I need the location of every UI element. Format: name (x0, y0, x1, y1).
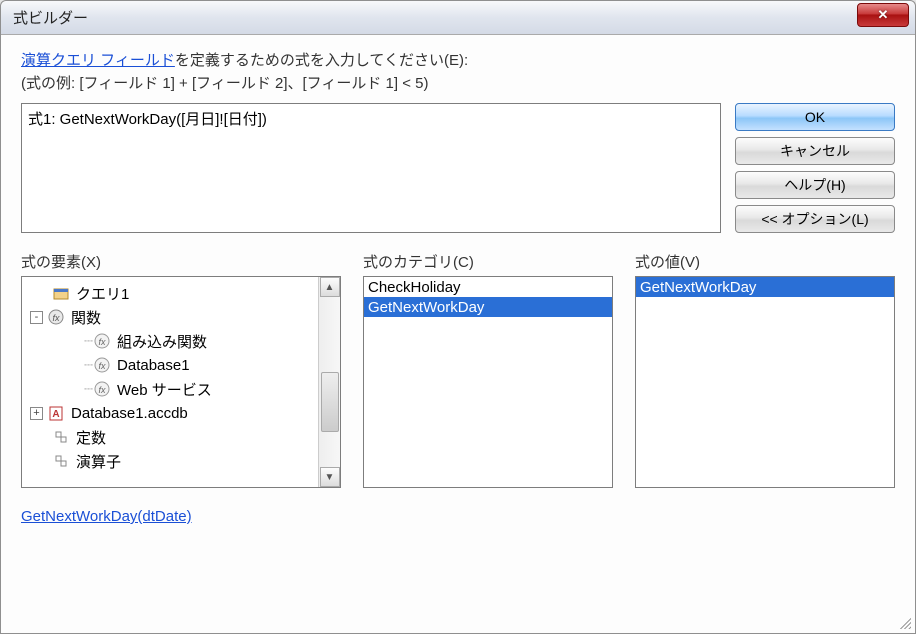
tree-item-builtin[interactable]: ┄ fx 組み込み関数 (24, 329, 316, 353)
expression-input[interactable] (21, 103, 721, 233)
tree-label: Database1.accdb (71, 405, 188, 422)
scroll-up-icon[interactable]: ▲ (320, 277, 340, 297)
example-line: (式の例: [フィールド 1] + [フィールド 2]、[フィールド 1] < … (21, 72, 895, 93)
function-signature-link[interactable]: GetNextWorkDay(dtDate) (21, 508, 895, 525)
constants-icon (52, 429, 72, 445)
dialog-window: 式ビルダー ✕ 演算クエリ フィールドを定義するための式を入力してください(E)… (0, 0, 916, 634)
list-item[interactable]: GetNextWorkDay (636, 277, 894, 297)
titlebar[interactable]: 式ビルダー ✕ (1, 1, 915, 35)
instruction-line: 演算クエリ フィールドを定義するための式を入力してください(E): (21, 49, 895, 70)
value-list[interactable]: GetNextWorkDay (635, 276, 895, 488)
tree-connector: ┄ (84, 380, 91, 398)
tree-item-constants[interactable]: 定数 (24, 425, 316, 449)
top-row: OK キャンセル ヘルプ(H) << オプション(L) (21, 103, 895, 233)
button-column: OK キャンセル ヘルプ(H) << オプション(L) (735, 103, 895, 233)
svg-text:fx: fx (99, 337, 107, 347)
tree-item-operators[interactable]: 演算子 (24, 449, 316, 473)
tree-item-functions[interactable]: - fx 関数 (24, 305, 316, 329)
tree-item-webservice[interactable]: ┄ fx Web サービス (24, 377, 316, 401)
elements-tree[interactable]: クエリ1 - fx 関数 ┄ fx (21, 276, 341, 488)
instruction-tail: を定義するための式を入力してください(E): (175, 52, 468, 69)
tree-scrollbar[interactable]: ▲ ▼ (318, 277, 340, 487)
tree-connector: ┄ (84, 356, 91, 374)
window-title: 式ビルダー (13, 7, 911, 28)
svg-text:A: A (52, 409, 59, 420)
scroll-thumb[interactable] (321, 372, 339, 432)
resize-grip-icon[interactable] (897, 615, 911, 629)
tree-label: 演算子 (76, 451, 121, 472)
tree-label: Database1 (117, 357, 190, 374)
tree-connector: ┄ (84, 332, 91, 350)
fx-icon: fx (93, 381, 113, 397)
elements-label: 式の要素(X) (21, 251, 341, 272)
svg-text:fx: fx (52, 313, 60, 323)
list-item[interactable]: CheckHoliday (364, 277, 612, 297)
close-icon: ✕ (878, 7, 889, 23)
lists-row: 式の要素(X) クエリ1 - fx (21, 251, 895, 488)
svg-text:fx: fx (99, 385, 107, 395)
close-button[interactable]: ✕ (857, 3, 909, 27)
expand-icon[interactable]: + (30, 407, 43, 420)
tree-inner: クエリ1 - fx 関数 ┄ fx (22, 277, 318, 487)
query-icon (52, 285, 72, 301)
access-db-icon: A (47, 405, 67, 421)
category-column: 式のカテゴリ(C) CheckHoliday GetNextWorkDay (363, 251, 613, 488)
fx-icon: fx (93, 357, 113, 373)
cancel-button[interactable]: キャンセル (735, 137, 895, 165)
tree-label: 定数 (76, 427, 106, 448)
help-link[interactable]: 演算クエリ フィールド (21, 52, 175, 69)
tree-label: 組み込み関数 (117, 331, 207, 352)
value-label: 式の値(V) (635, 251, 895, 272)
operators-icon (52, 453, 72, 469)
value-column: 式の値(V) GetNextWorkDay (635, 251, 895, 488)
tree-item-database-file[interactable]: + A Database1.accdb (24, 401, 316, 425)
tree-label: Web サービス (117, 379, 212, 400)
elements-column: 式の要素(X) クエリ1 - fx (21, 251, 341, 488)
tree-item-database1-fn[interactable]: ┄ fx Database1 (24, 353, 316, 377)
options-button[interactable]: << オプション(L) (735, 205, 895, 233)
help-button[interactable]: ヘルプ(H) (735, 171, 895, 199)
category-list[interactable]: CheckHoliday GetNextWorkDay (363, 276, 613, 488)
ok-button[interactable]: OK (735, 103, 895, 131)
svg-text:fx: fx (99, 361, 107, 371)
tree-item-query[interactable]: クエリ1 (24, 281, 316, 305)
tree-label: クエリ1 (76, 283, 129, 304)
category-label: 式のカテゴリ(C) (363, 251, 613, 272)
list-item[interactable]: GetNextWorkDay (364, 297, 612, 317)
tree-label: 関数 (71, 307, 101, 328)
collapse-icon[interactable]: - (30, 311, 43, 324)
fx-icon: fx (47, 309, 67, 325)
content-area: 演算クエリ フィールドを定義するための式を入力してください(E): (式の例: … (1, 35, 915, 633)
scroll-down-icon[interactable]: ▼ (320, 467, 340, 487)
fx-icon: fx (93, 333, 113, 349)
